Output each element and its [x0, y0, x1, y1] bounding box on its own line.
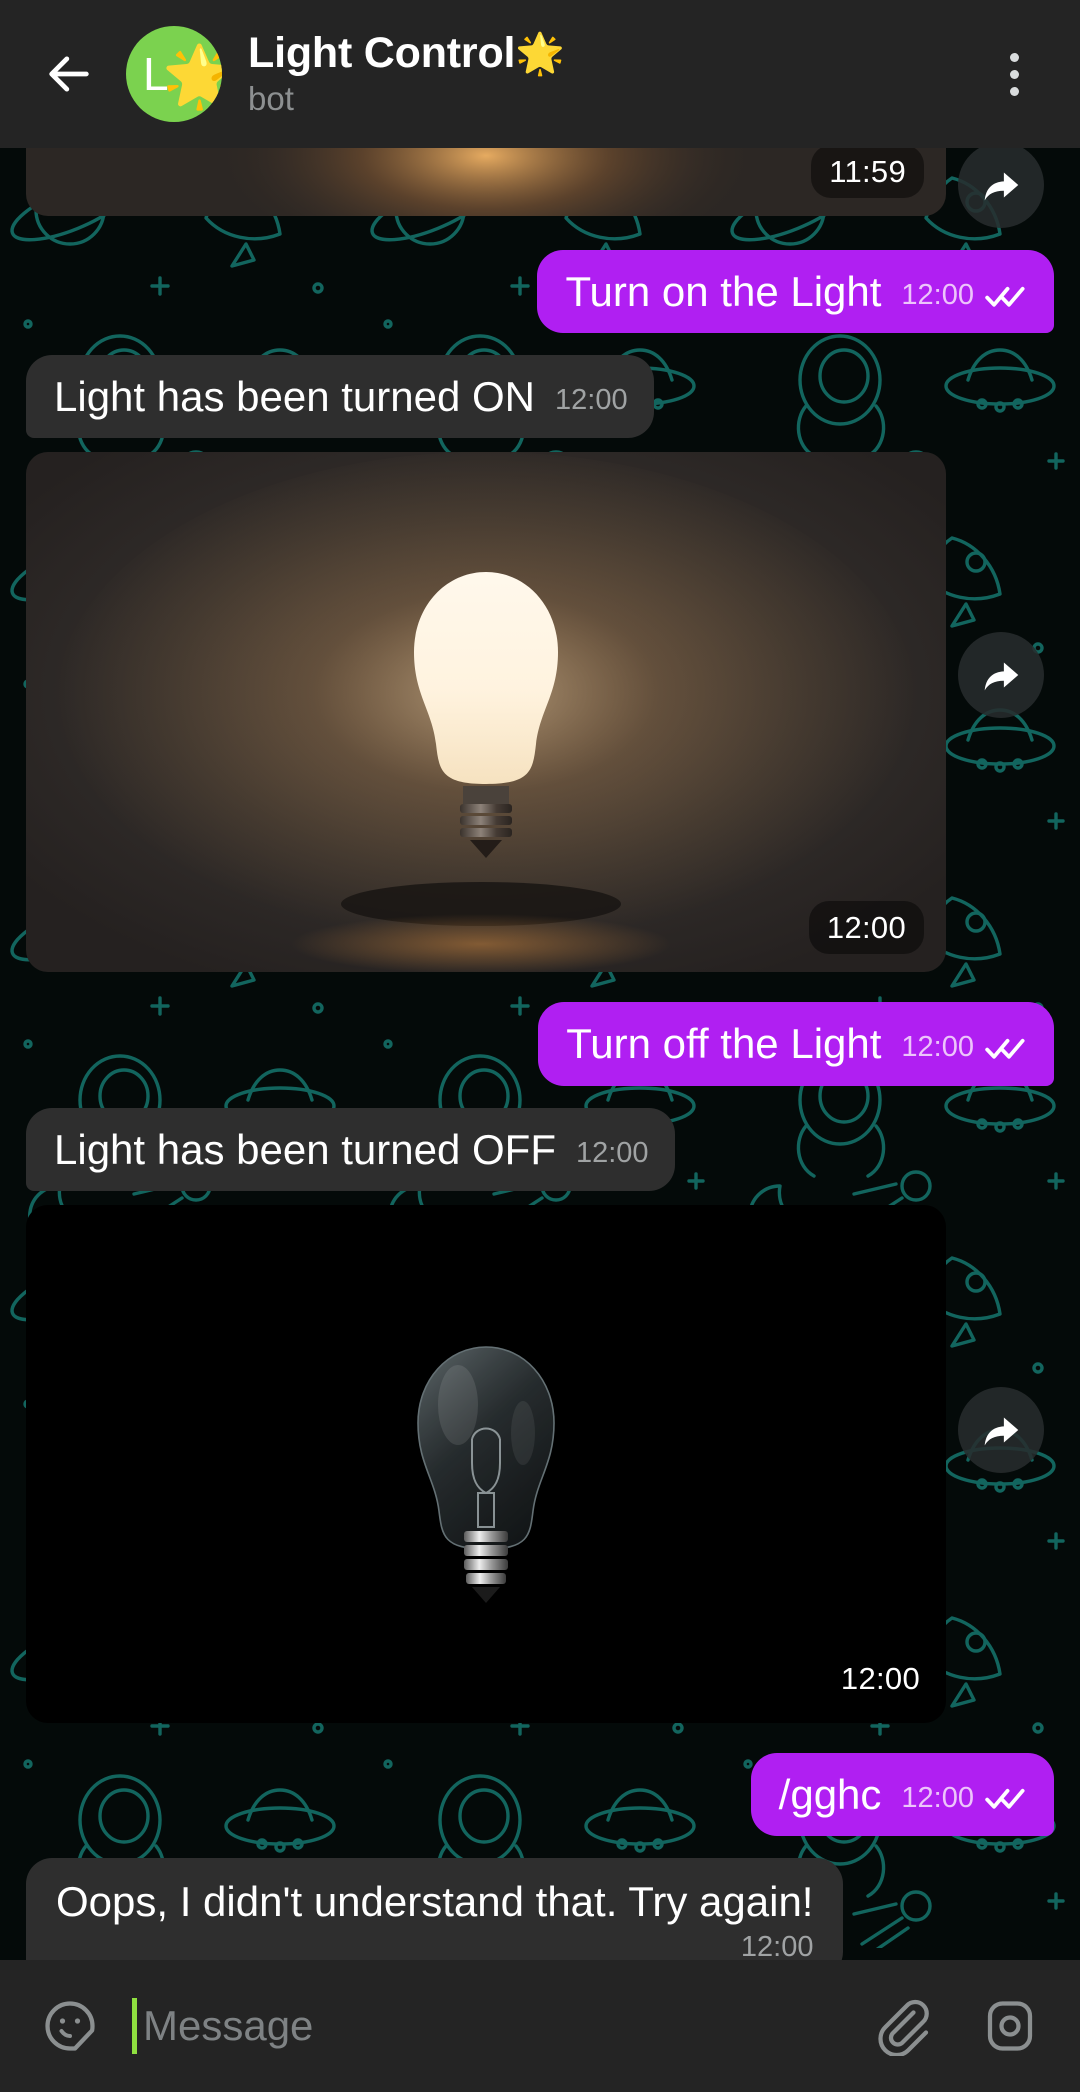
- message-timestamp: 12:00: [555, 384, 628, 417]
- double-check-icon: [985, 286, 1025, 307]
- forward-button[interactable]: [958, 632, 1044, 719]
- input-actions: [866, 1990, 1046, 2062]
- lightbulb-on-photo-partial: [26, 148, 946, 216]
- message-row-photo: 11:59: [0, 148, 1080, 228]
- message-text: Light has been turned ON: [54, 373, 535, 421]
- photo-timestamp: 11:59: [811, 148, 924, 198]
- chat-title-block[interactable]: Light Control🌟 bot: [248, 29, 974, 119]
- chat-bubble-incoming[interactable]: Light has been turned ON 12:00: [26, 355, 654, 439]
- chat-title-text: Light Control: [248, 29, 516, 78]
- message-meta: 12:00: [901, 281, 1028, 310]
- avatar[interactable]: L 🌟: [126, 26, 222, 122]
- message-row-incoming: Oops, I didn't understand that. Try agai…: [0, 1858, 1080, 1960]
- photo-timestamp: 12:00: [840, 1660, 920, 1696]
- message-input-field[interactable]: Message: [132, 1960, 866, 2092]
- chat-bubble-incoming[interactable]: Oops, I didn't understand that. Try agai…: [26, 1858, 844, 1960]
- message-text: Turn on the Light: [565, 268, 882, 315]
- sticker-smiley-icon: [45, 2001, 95, 2051]
- message-timestamp: 12:00: [901, 1781, 974, 1814]
- message-timestamp: 12:00: [740, 1931, 814, 1960]
- forward-arrow-icon: [984, 172, 1019, 201]
- message-list[interactable]: 11:59 Turn on the Light 12:00 Light has …: [0, 148, 1080, 1960]
- lightbulb-on-photo: [26, 452, 946, 973]
- message-row-outgoing: Turn on the Light 12:00: [0, 250, 1080, 334]
- message-row-outgoing: Turn off the Light 12:00: [0, 1002, 1080, 1086]
- message-input-bar: Message: [0, 1960, 1080, 2092]
- camera-icon: [987, 2001, 1033, 2051]
- message-meta: 12:00: [555, 386, 628, 415]
- overflow-menu-button[interactable]: [974, 26, 1054, 122]
- photo-message[interactable]: 11:59: [26, 148, 946, 216]
- double-check-icon: [985, 1038, 1025, 1059]
- sticker-button[interactable]: [34, 1990, 106, 2062]
- star-emoji-icon: 🌟: [162, 42, 222, 110]
- message-row-incoming: Light has been turned OFF 12:00: [0, 1107, 1080, 1191]
- message-row-photo: 12:00: [0, 1204, 1080, 1723]
- message-row-incoming: Light has been turned ON 12:00: [0, 355, 1080, 439]
- overflow-menu-icon: [1009, 52, 1019, 62]
- back-arrow-icon: [49, 56, 89, 92]
- overflow-menu-icon: [1009, 69, 1019, 79]
- message-meta: 12:00: [901, 1781, 1028, 1814]
- title-star-emoji-icon: 🌟: [515, 32, 565, 77]
- message-meta: 12:00: [741, 1933, 814, 1960]
- chat-bubble-outgoing[interactable]: Turn off the Light 12:00: [538, 1002, 1054, 1086]
- page-title: Light Control🌟: [248, 29, 974, 77]
- chat-bubble-incoming[interactable]: Light has been turned OFF 12:00: [26, 1107, 675, 1191]
- forward-button[interactable]: [958, 148, 1044, 228]
- message-input-placeholder: Message: [143, 2002, 314, 2049]
- message-meta: 12:00: [575, 1136, 649, 1169]
- messages-container: 11:59 Turn on the Light 12:00 Light has …: [0, 148, 1080, 1960]
- chat-bubble-outgoing[interactable]: Turn on the Light 12:00: [537, 250, 1054, 334]
- forward-arrow-icon: [984, 1417, 1019, 1446]
- paperclip-icon: [878, 1999, 929, 2056]
- message-text: Light has been turned OFF: [54, 1125, 556, 1173]
- photo-timestamp: 12:00: [808, 901, 924, 955]
- forward-button[interactable]: [958, 1386, 1044, 1473]
- text-caret: [132, 1998, 137, 2054]
- lightbulb-off-photo: [26, 1204, 946, 1723]
- message-row-photo: 12:00: [0, 452, 1080, 973]
- message-text: /gghc: [778, 1770, 882, 1818]
- photo-message[interactable]: 12:00: [26, 452, 946, 973]
- message-timestamp: 12:00: [575, 1136, 649, 1169]
- chat-bubble-outgoing[interactable]: /gghc 12:00: [750, 1752, 1054, 1837]
- back-button[interactable]: [26, 31, 112, 117]
- message-row-outgoing: /gghc 12:00: [0, 1752, 1080, 1837]
- double-check-icon: [985, 1789, 1025, 1810]
- message-timestamp: 12:00: [901, 279, 974, 311]
- camera-button[interactable]: [974, 1990, 1046, 2062]
- message-meta: 12:00: [901, 1033, 1028, 1062]
- attach-button[interactable]: [866, 1990, 938, 2062]
- chat-subtitle: bot: [248, 80, 294, 118]
- message-text: Oops, I didn't understand that. Try agai…: [56, 1878, 814, 1926]
- chat-header: L 🌟 Light Control🌟 bot: [0, 0, 1080, 148]
- overflow-menu-icon: [1009, 86, 1019, 96]
- photo-message[interactable]: 12:00: [26, 1204, 946, 1723]
- message-timestamp: 12:00: [901, 1031, 974, 1064]
- message-text: Turn off the Light: [566, 1020, 882, 1068]
- forward-arrow-icon: [984, 663, 1019, 691]
- telegram-chat-screen: L 🌟 Light Control🌟 bot 11:59 Turn on the…: [0, 0, 1080, 2092]
